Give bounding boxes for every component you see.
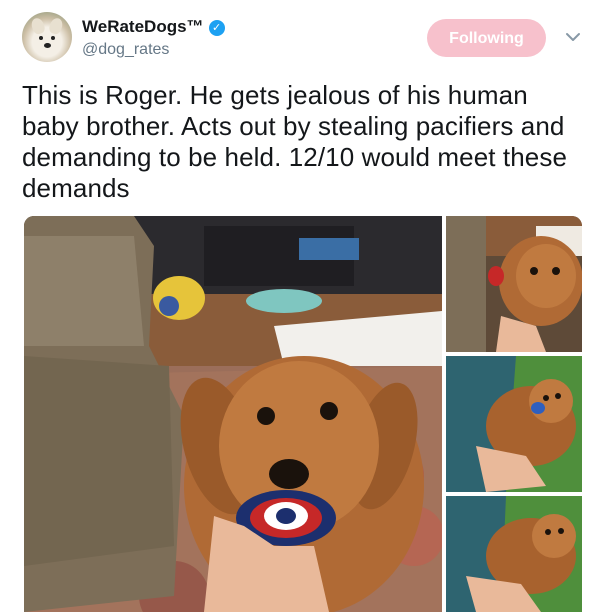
thumbnail-3-image bbox=[446, 496, 582, 612]
thumbnail-2[interactable] bbox=[446, 356, 582, 492]
avatar-nose bbox=[44, 43, 51, 48]
thumbnail-3[interactable] bbox=[446, 496, 582, 612]
avatar-eye-left bbox=[39, 36, 43, 40]
following-button[interactable]: Following bbox=[427, 19, 546, 57]
author-handle[interactable]: @dog_rates bbox=[82, 41, 169, 59]
tweet-text: This is Roger. He gets jealous of his hu… bbox=[22, 80, 568, 203]
avatar-ear-right bbox=[47, 16, 65, 36]
verified-check-icon: ✓ bbox=[208, 20, 225, 36]
avatar-ear-left bbox=[29, 16, 47, 36]
thumbnail-2-image bbox=[446, 356, 582, 492]
tweet-header: WeRateDogs™ ✓ @dog_rates Following bbox=[22, 12, 592, 64]
author-avatar[interactable] bbox=[22, 12, 72, 62]
author-name-row[interactable]: WeRateDogs™ ✓ bbox=[82, 17, 225, 37]
author-display-name[interactable]: WeRateDogs™ bbox=[82, 17, 204, 36]
thumbnail-1-image bbox=[446, 216, 582, 352]
avatar-eye-right bbox=[51, 36, 55, 40]
media-grid bbox=[24, 216, 582, 612]
main-photo[interactable] bbox=[24, 216, 442, 612]
main-photo-image bbox=[24, 216, 442, 612]
thumbnail-1[interactable] bbox=[446, 216, 582, 352]
chevron-down-icon[interactable] bbox=[562, 26, 584, 48]
